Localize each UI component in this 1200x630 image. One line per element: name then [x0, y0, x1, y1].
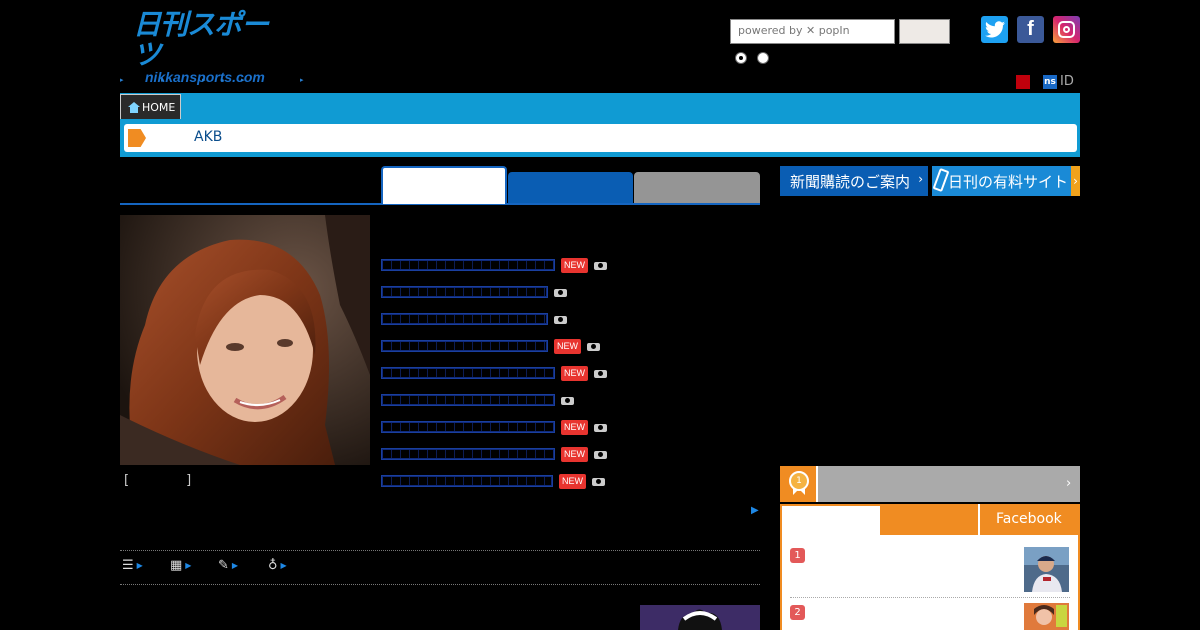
- headline-text: [381, 394, 555, 406]
- ranking-icon-box: 1: [780, 466, 818, 502]
- article-thumbnail[interactable]: [640, 605, 760, 630]
- award-icon: ♁: [268, 557, 278, 573]
- search-scope-radio-web[interactable]: [757, 52, 769, 64]
- divider: [120, 550, 760, 551]
- sub-nav-marker[interactable]: ▸: [161, 76, 165, 84]
- id-login-link[interactable]: ID: [1060, 74, 1074, 89]
- camera-icon: [554, 287, 567, 297]
- headline-link[interactable]: NEW: [381, 257, 607, 273]
- breadcrumb-current: AKB: [194, 129, 223, 145]
- new-badge: NEW: [561, 257, 588, 273]
- headline-link[interactable]: NEW: [381, 338, 600, 354]
- ranking-divider: [790, 597, 1070, 598]
- tab-news[interactable]: [381, 166, 507, 204]
- rank-number: 2: [790, 605, 805, 620]
- chevron-right-icon: ▶: [136, 560, 143, 570]
- camera-icon: [554, 314, 567, 324]
- camera-icon: [594, 260, 607, 270]
- sub-nav-marker[interactable]: ▸: [241, 76, 245, 84]
- search-input[interactable]: powered by ✕ popIn: [730, 19, 895, 44]
- twitter-icon[interactable]: [981, 16, 1008, 43]
- new-badge: NEW: [561, 446, 588, 462]
- medal-icon: 1: [789, 471, 809, 491]
- more-news-arrow-icon[interactable]: ▶: [751, 505, 759, 516]
- photo-caption: [ ]: [124, 473, 193, 488]
- headline-link[interactable]: NEW: [381, 365, 607, 381]
- home-label: HOME: [142, 100, 176, 114]
- headline-text: [381, 475, 553, 487]
- headline-link[interactable]: NEW: [381, 446, 607, 462]
- headline-text: [381, 313, 548, 325]
- sub-navigation: ▸ ▸ ▸ ▸ ▸ ▸: [120, 76, 320, 86]
- ranking-button[interactable]: ♁ ▶: [268, 557, 287, 573]
- medal-ribbon: [793, 489, 805, 495]
- ranking-header[interactable]: [780, 466, 1080, 502]
- pen-button[interactable]: ✎ ▶: [218, 557, 239, 573]
- red-square-icon[interactable]: [1016, 75, 1030, 89]
- camera-icon: [594, 368, 607, 378]
- pen-icon: ✎: [218, 557, 229, 573]
- headline-link[interactable]: [381, 312, 567, 326]
- headline-link[interactable]: [381, 285, 567, 299]
- chevron-right-icon: ▶: [185, 560, 192, 570]
- instagram-icon[interactable]: [1053, 16, 1080, 43]
- paid-site-banner[interactable]: 日刊の有料サイト: [932, 166, 1080, 196]
- divider: [120, 584, 760, 585]
- camera-icon: [594, 422, 607, 432]
- home-tab[interactable]: HOME: [120, 94, 181, 119]
- tab-third[interactable]: [634, 172, 760, 203]
- breadcrumb-flag-icon: [128, 129, 146, 147]
- headline-text: [381, 448, 555, 460]
- new-badge: NEW: [559, 473, 586, 489]
- sub-nav-marker[interactable]: ▸: [300, 76, 304, 84]
- logo-main-text: 日刊スポーツ: [133, 8, 269, 71]
- chevron-right-icon: ▶: [231, 560, 239, 570]
- camera-icon: [592, 476, 605, 486]
- camera-icon: [594, 449, 607, 459]
- chevron-right-icon: ▶: [280, 560, 287, 570]
- headline-text: [381, 421, 555, 433]
- ranking-chevron-right-icon[interactable]: ›: [1066, 476, 1071, 491]
- new-badge: NEW: [554, 338, 581, 354]
- facebook-icon[interactable]: f: [1017, 16, 1044, 43]
- ns-id-badge[interactable]: ns: [1043, 75, 1057, 89]
- ranking-thumbnail[interactable]: [1024, 547, 1069, 592]
- newspaper-subscription-banner[interactable]: 新聞購読のご案内: [780, 166, 928, 196]
- headline-link[interactable]: [381, 393, 574, 407]
- sub-nav-marker[interactable]: ▸: [120, 76, 124, 84]
- breadcrumb: AKB: [124, 124, 1077, 152]
- list-icon: ☰: [122, 557, 134, 573]
- tab-second[interactable]: [508, 172, 633, 203]
- headline-link[interactable]: NEW: [381, 473, 605, 489]
- grid-icon: ▦: [170, 557, 183, 573]
- list-view-button[interactable]: ☰ ▶: [122, 557, 143, 573]
- camera-icon: [561, 395, 574, 405]
- tab-separator: [978, 504, 980, 535]
- grid-view-button[interactable]: ▦ ▶: [170, 557, 192, 573]
- headline-text: [381, 286, 548, 298]
- sub-nav-marker[interactable]: ▸: [202, 76, 206, 84]
- sub-nav-marker[interactable]: ▸: [221, 76, 225, 84]
- site-logo[interactable]: 日刊スポーツ nikkansports.com: [133, 10, 289, 85]
- tab-facebook-ranking[interactable]: Facebook: [996, 511, 1062, 527]
- new-badge: NEW: [561, 419, 588, 435]
- headline-link[interactable]: NEW: [381, 419, 607, 435]
- rank-number: 1: [790, 548, 805, 563]
- camera-icon: [587, 341, 600, 351]
- search-scope-radio-site[interactable]: [735, 52, 747, 64]
- new-badge: NEW: [561, 365, 588, 381]
- home-icon: [128, 101, 140, 113]
- headline-text: [381, 259, 555, 271]
- headline-text: [381, 340, 548, 352]
- featured-photo[interactable]: [120, 215, 370, 465]
- search-button[interactable]: [899, 19, 950, 44]
- headline-text: [381, 367, 555, 379]
- ranking-thumbnail[interactable]: [1024, 603, 1069, 630]
